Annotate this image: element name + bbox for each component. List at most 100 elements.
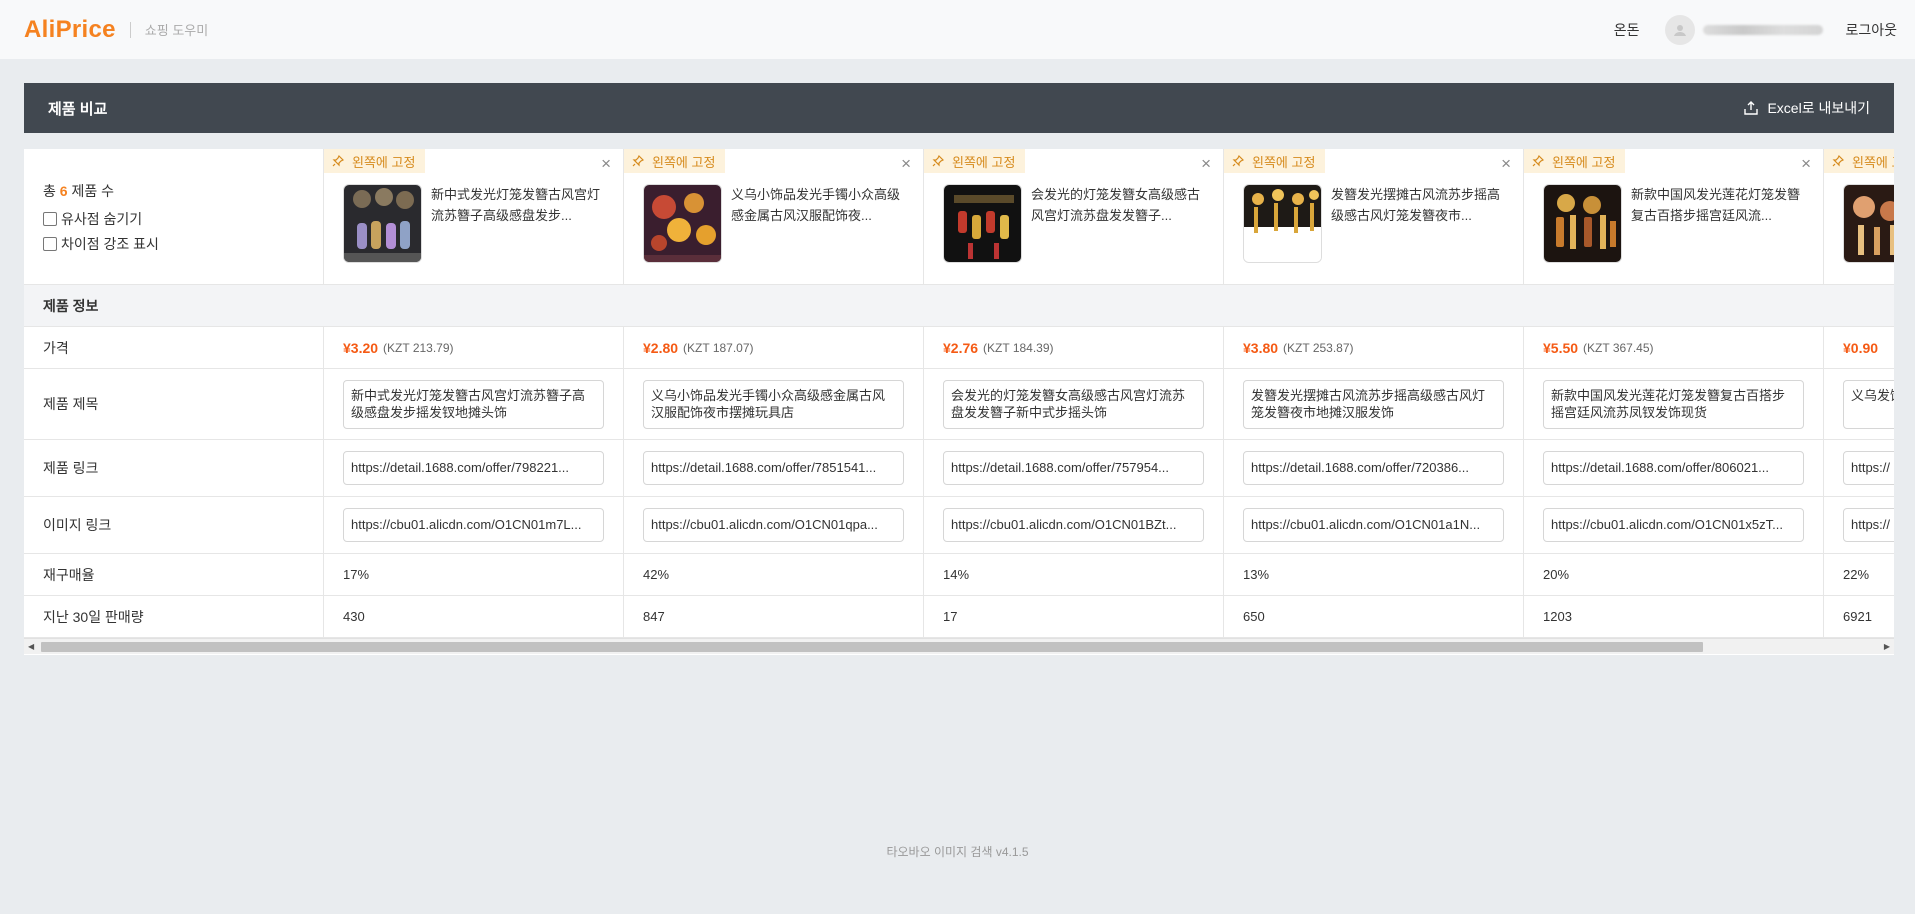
remove-product-icon[interactable]: × (601, 155, 611, 172)
image-link-field[interactable]: https://cbu01.alicdn.com/O1CN01qpa... (643, 508, 904, 542)
price-local: (KZT 253.87) (1283, 340, 1354, 355)
pin-left-button[interactable]: 왼쪽에 고정 (924, 149, 1026, 173)
scroll-left-icon[interactable]: ◀ (28, 642, 34, 651)
footer-version: 타오바오 이미지 검색 v4.1.5 (886, 845, 1029, 859)
tagline: 쇼핑 도우미 (144, 23, 209, 38)
avatar[interactable] (1665, 14, 1696, 45)
price-value: ¥3.80 (1243, 339, 1279, 356)
link-cell: https://detail.1688.com/offer/798221... (324, 440, 624, 496)
title-cell: 新中式发光灯笼发簪古风宫灯流苏簪子高级感盘发步摇发钗地摊头饰 (324, 369, 624, 439)
product-name[interactable]: 会发光的灯笼发簪女高级感古风宫灯流苏盘发发簪子... (1031, 184, 1205, 226)
title-cell: 新款中国风发光莲花灯笼发簪复古百搭步摇宫廷风流苏凤钗发饰现货 (1524, 369, 1824, 439)
pin-label: 왼쪽에 고정 (1852, 154, 1894, 170)
price-value: ¥3.20 (343, 339, 379, 356)
product-name[interactable]: 发簪发光摆摊古风流苏步摇高级感古风灯笼发簪夜市... (1331, 184, 1505, 226)
title-textbox[interactable]: 会发光的灯笼发簪女高级感古风宫灯流苏盘发发簪子新中式步摇头饰 (943, 379, 1204, 429)
export-label: Excel로 내보내기 (1767, 100, 1870, 116)
product-link-field[interactable]: https://detail.1688.com/offer/720386... (1243, 451, 1504, 485)
product-link-field[interactable]: https://detail.1688.com/offer/7851541... (643, 451, 904, 485)
price-cell: ¥2.76 (KZT 184.39) (924, 327, 1224, 368)
aliprice-logo[interactable]: AliPrice (24, 16, 116, 44)
horizontal-scrollbar[interactable]: ◀ ▶ (24, 638, 1894, 654)
scroll-right-icon[interactable]: ▶ (1884, 642, 1890, 651)
product-name[interactable]: 新款中国风发光莲花灯笼发簪复古百搭步摇宫廷风流... (1631, 184, 1805, 226)
image-link-field[interactable]: https://cbu01.alicdn.com/O1CN01BZt... (943, 508, 1204, 542)
pin-left-button[interactable]: 왼쪽에 고정 (324, 149, 426, 173)
pin-icon (1532, 155, 1544, 167)
product-link-field[interactable]: https://detail.1688.com/offer/757954... (943, 451, 1204, 485)
product-head-cell: 왼쪽에 고정 (1824, 149, 1894, 284)
username-redacted (1703, 24, 1824, 35)
image-link-row: 이미지 링크 https://cbu01.alicdn.com/O1CN01m7… (24, 497, 1894, 554)
pin-icon (632, 155, 644, 167)
product-name[interactable]: 新中式发光灯笼发簪古风宫灯流苏簪子高级感盘发步... (431, 184, 605, 226)
price-local: (KZT 184.39) (983, 340, 1054, 355)
pin-left-button[interactable]: 왼쪽에 고정 (624, 149, 726, 173)
link-cell: https:// (1824, 497, 1894, 553)
pin-left-button[interactable]: 왼쪽에 고정 (1224, 149, 1326, 173)
section-row: 제품 정보 (24, 285, 1894, 327)
section-title: 제품 정보 (43, 297, 99, 314)
checkbox-box[interactable] (43, 212, 57, 226)
product-link-field[interactable]: https://detail.1688.com/offer/798221... (343, 451, 604, 485)
link-cell: https://cbu01.alicdn.com/O1CN01m7L... (324, 497, 624, 553)
pin-left-button[interactable]: 왼쪽에 고정 (1524, 149, 1626, 173)
image-link-field[interactable]: https://cbu01.alicdn.com/O1CN01x5zT... (1543, 508, 1804, 542)
product-image[interactable] (643, 184, 722, 263)
product-head-cell: 왼쪽에 고정 × 新中式发光灯笼发簪古风宫灯流苏簪子高级感盘发步... (324, 149, 624, 284)
remove-product-icon[interactable]: × (901, 155, 911, 172)
price-value: ¥2.80 (643, 339, 679, 356)
pin-icon (332, 155, 344, 167)
remove-product-icon[interactable]: × (1201, 155, 1211, 172)
product-name[interactable]: 义乌小饰品发光手镯小众高级感金属古风汉服配饰夜... (731, 184, 905, 226)
title-textbox[interactable]: 新款中国风发光莲花灯笼发簪复古百搭步摇宫廷风流苏凤钗发饰现货 (1543, 379, 1804, 429)
sales-cell: 847 (624, 596, 924, 637)
link-cell: https://cbu01.alicdn.com/O1CN01BZt... (924, 497, 1224, 553)
product-image[interactable] (1243, 184, 1322, 263)
title-cell: 会发光的灯笼发簪女高级感古风宫灯流苏盘发发簪子新中式步摇头饰 (924, 369, 1224, 439)
link-cell: https://cbu01.alicdn.com/O1CN01x5zT... (1524, 497, 1824, 553)
hide-similar-checkbox[interactable]: 유사점 숨기기 (43, 209, 323, 229)
user-menu: 온돈 로그아웃 (1598, 0, 1897, 59)
product-link-field[interactable]: https://detail.1688.com/offer/806021... (1543, 451, 1804, 485)
product-head-cell: 왼쪽에 고정 × 发簪发光摆摊古风流苏步摇高级感古风灯笼发簪夜市... (1224, 149, 1524, 284)
count-prefix: 총 (43, 183, 56, 199)
product-head-cell: 왼쪽에 고정 × 新款中国风发光莲花灯笼发簪复古百搭步摇宫廷风流... (1524, 149, 1824, 284)
product-image[interactable] (1543, 184, 1622, 263)
remove-product-icon[interactable]: × (1801, 155, 1811, 172)
count-suffix: 제품 수 (71, 183, 114, 199)
price-cell: ¥5.50 (KZT 367.45) (1524, 327, 1824, 368)
pin-left-button[interactable]: 왼쪽에 고정 (1824, 149, 1894, 173)
price-value: ¥5.50 (1543, 339, 1579, 356)
row-label-image-link: 이미지 링크 (24, 497, 324, 553)
product-image[interactable] (343, 184, 422, 263)
currency-selector[interactable]: 온돈 (1614, 20, 1640, 40)
title-textbox[interactable]: 新中式发光灯笼发簪古风宫灯流苏簪子高级感盘发步摇发钗地摊头饰 (343, 379, 604, 429)
image-link-field[interactable]: https://cbu01.alicdn.com/O1CN01m7L... (343, 508, 604, 542)
link-cell: https://detail.1688.com/offer/757954... (924, 440, 1224, 496)
checkbox-box[interactable] (43, 237, 57, 251)
price-value: ¥2.76 (943, 339, 979, 356)
image-link-field[interactable]: https:// (1843, 508, 1894, 542)
scrollbar-thumb[interactable] (41, 642, 1703, 652)
repurchase-cell: 22% (1824, 554, 1894, 595)
title-textbox[interactable]: 义乌发饰 廷仙气 (1843, 379, 1894, 429)
product-image[interactable] (943, 184, 1022, 263)
title-textbox[interactable]: 义乌小饰品发光手镯小众高级感金属古风汉服配饰夜市摆摊玩具店 (643, 379, 904, 429)
product-link-field[interactable]: https:// (1843, 451, 1894, 485)
title-cell: 发簪发光摆摊古风流苏步摇高级感古风灯笼发簪夜市地摊汉服发饰 (1224, 369, 1524, 439)
remove-product-icon[interactable]: × (1501, 155, 1511, 172)
sales-cell: 17 (924, 596, 1224, 637)
highlight-diff-checkbox[interactable]: 차이점 강조 표시 (43, 234, 323, 254)
export-excel-button[interactable]: Excel로 내보내기 (1743, 98, 1870, 118)
pin-label: 왼쪽에 고정 (1252, 154, 1316, 170)
title-textbox[interactable]: 发簪发光摆摊古风流苏步摇高级感古风灯笼发簪夜市地摊汉服发饰 (1243, 379, 1504, 429)
link-cell: https:// (1824, 440, 1894, 496)
product-header-row: 총 6 제품 수 유사점 숨기기 차이점 강조 표시 왼쪽에 고정 × 新中式发… (24, 149, 1894, 285)
repurchase-cell: 42% (624, 554, 924, 595)
price-local: (KZT 213.79) (383, 340, 454, 355)
product-image[interactable] (1843, 184, 1894, 263)
logout-link[interactable]: 로그아웃 (1845, 20, 1897, 40)
sales-cell: 430 (324, 596, 624, 637)
image-link-field[interactable]: https://cbu01.alicdn.com/O1CN01a1N... (1243, 508, 1504, 542)
